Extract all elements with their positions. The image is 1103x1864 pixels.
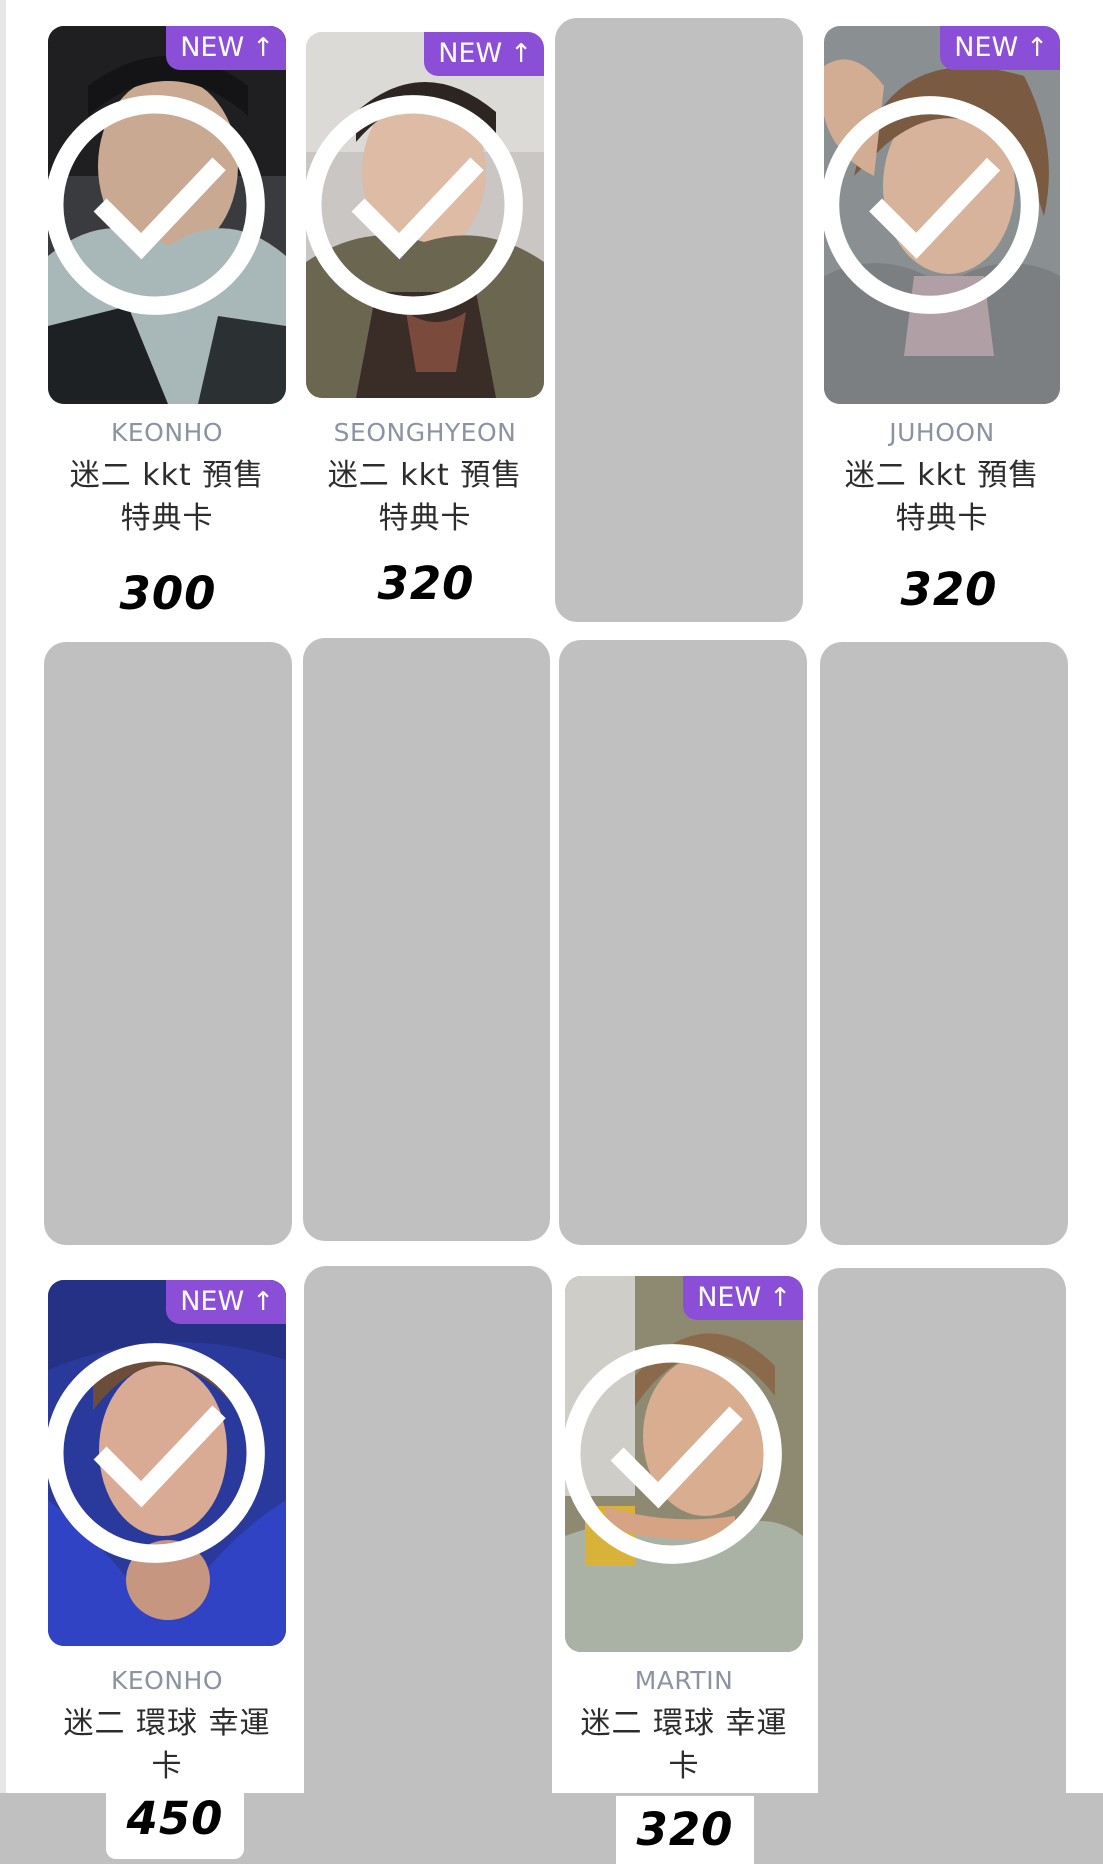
card-description-line: 特典卡 xyxy=(120,501,214,536)
check-circle-icon[interactable] xyxy=(306,32,532,388)
card-description-line: 迷二 kkt 預售 xyxy=(327,458,523,493)
photocard-item[interactable]: NEW ↑ JUHOON 迷二 kkt 預售 特典卡 320 xyxy=(824,26,1060,620)
card-placeholder xyxy=(44,642,292,1245)
photocard-image: NEW ↑ xyxy=(565,1276,803,1652)
photocard-item[interactable]: NEW ↑ KEONHO 迷二 環球 幸運 卡 xyxy=(48,1274,286,1864)
card-description-line: 迷二 kkt 預售 xyxy=(69,458,265,493)
card-description-line: 特典卡 xyxy=(895,501,989,536)
card-placeholder xyxy=(818,1268,1066,1864)
member-name: SEONGHYEON xyxy=(333,418,517,447)
photocard-image: NEW ↑ xyxy=(48,26,286,404)
card-description: 迷二 kkt 預售 特典卡 xyxy=(306,454,544,540)
card-placeholder xyxy=(820,642,1068,1245)
price-label: 320 xyxy=(874,560,1024,620)
card-description-line: 迷二 環球 幸運 xyxy=(63,1706,271,1741)
card-description: 迷二 環球 幸運 卡 xyxy=(48,1702,286,1788)
card-description: 迷二 kkt 預售 特典卡 xyxy=(48,454,286,540)
card-description-line: 卡 xyxy=(151,1749,183,1784)
check-circle-icon[interactable] xyxy=(48,1280,274,1636)
photocard-item[interactable]: NEW ↑ MARTIN 迷二 環球 幸運 卡 xyxy=(565,1276,803,1864)
price-label: 450 xyxy=(106,1785,244,1859)
member-name: JUHOON xyxy=(889,418,995,447)
price-label: 320 xyxy=(616,1796,754,1864)
card-description-line: 迷二 環球 幸運 xyxy=(580,1706,788,1741)
check-circle-icon[interactable] xyxy=(565,1276,791,1642)
price-label: 300 xyxy=(93,564,243,624)
photocard-item[interactable]: NEW ↑ SEONGHYEON 迷二 kkt 預售 特典卡 320 xyxy=(306,26,544,616)
photocard-image: NEW ↑ xyxy=(824,26,1060,404)
member-name: MARTIN xyxy=(634,1666,734,1695)
card-description-line: 迷二 kkt 預售 xyxy=(844,458,1040,493)
check-circle-icon[interactable] xyxy=(824,26,1048,394)
price-label: 320 xyxy=(351,554,501,614)
photocard-item[interactable]: NEW ↑ KEONHO 迷二 kkt 預售 特典卡 300 xyxy=(48,26,286,624)
member-name: KEONHO xyxy=(110,1666,224,1695)
photocard-image: NEW ↑ xyxy=(306,32,544,398)
member-name: KEONHO xyxy=(110,418,224,447)
check-circle-icon[interactable] xyxy=(48,26,274,394)
card-placeholder xyxy=(555,18,803,622)
photocard-price-list: KoCA KoCA KoCA KoCA KoCA NEW ↑ xyxy=(0,0,1103,1864)
card-description: 迷二 kkt 預售 特典卡 xyxy=(824,454,1060,540)
card-placeholder xyxy=(559,640,807,1245)
card-description: 迷二 環球 幸運 卡 xyxy=(565,1702,803,1788)
card-description-line: 卡 xyxy=(668,1749,700,1784)
photocard-image: NEW ↑ xyxy=(48,1280,286,1646)
card-placeholder xyxy=(304,1266,552,1864)
card-placeholder xyxy=(303,638,550,1241)
card-description-line: 特典卡 xyxy=(378,501,472,536)
